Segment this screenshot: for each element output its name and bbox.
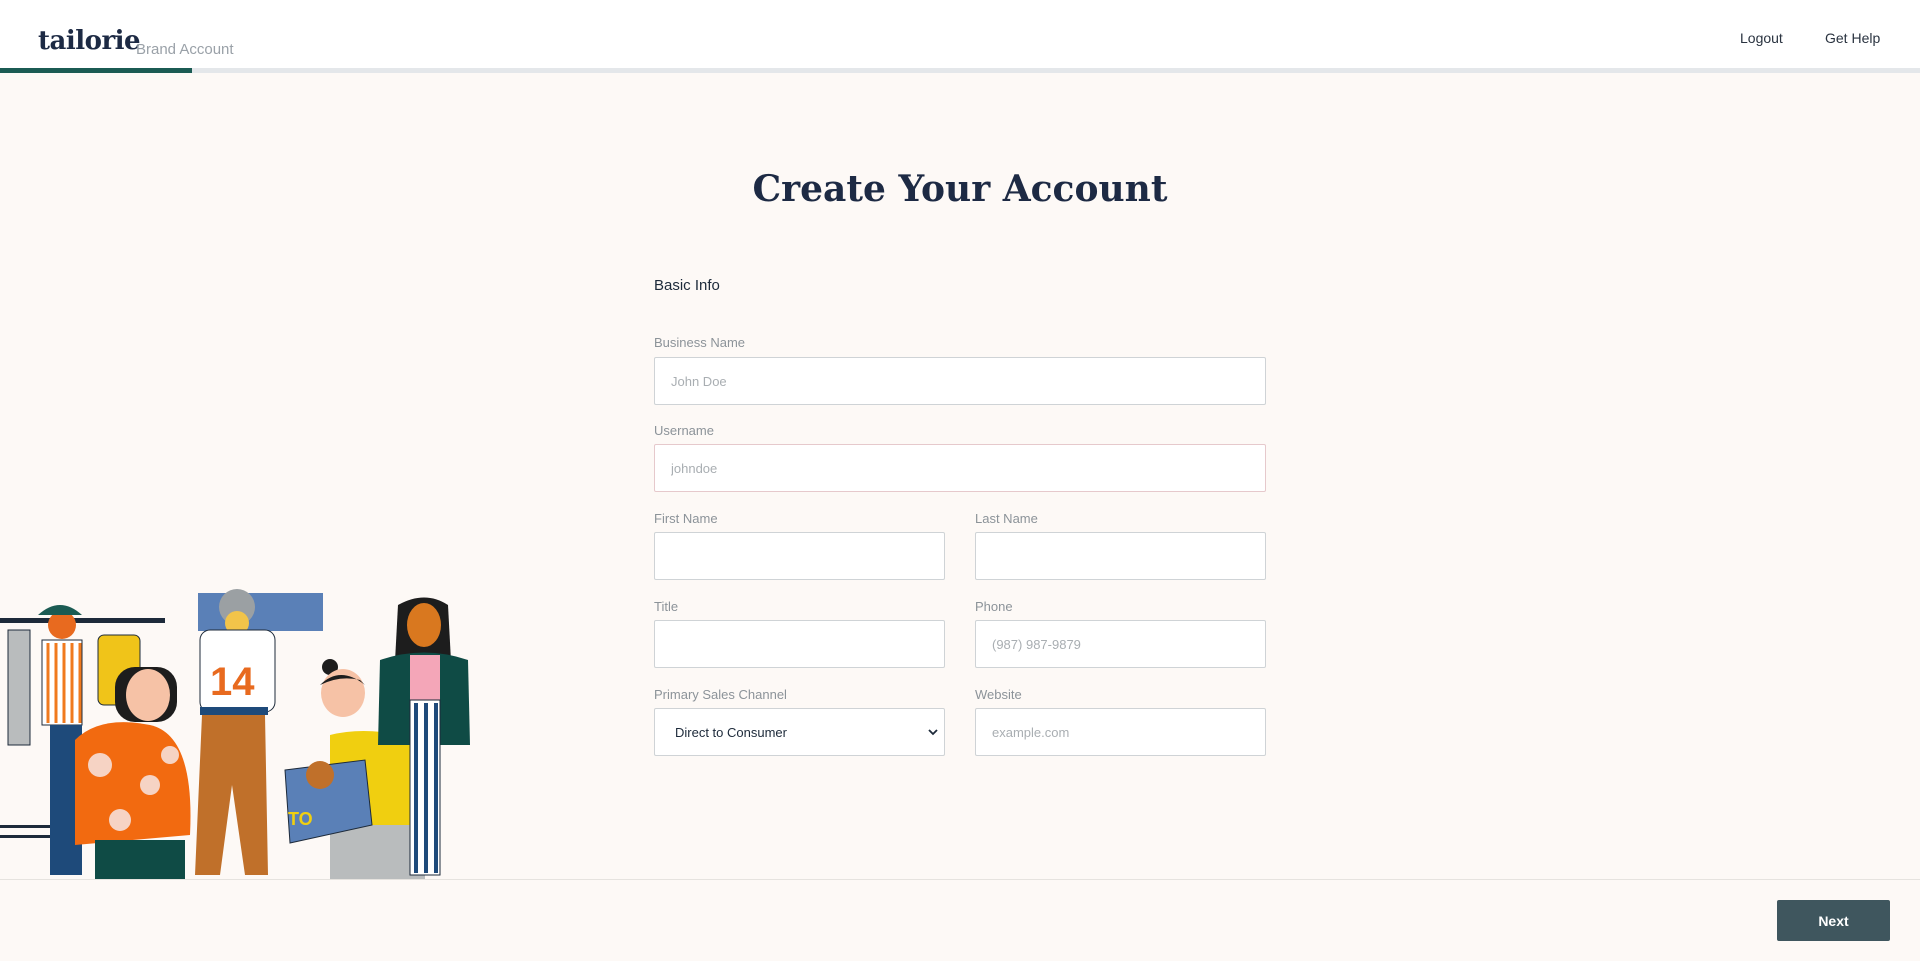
people-illustration: 14 TO <box>0 589 470 879</box>
website-input[interactable] <box>975 708 1266 756</box>
business-name-input[interactable] <box>654 357 1266 405</box>
username-input[interactable] <box>654 444 1266 492</box>
chevron-down-icon <box>928 729 938 736</box>
sales-channel-label: Primary Sales Channel <box>654 687 787 702</box>
phone-label: Phone <box>975 599 1013 614</box>
get-help-link[interactable]: Get Help <box>1825 30 1880 46</box>
footer-divider <box>0 879 1920 880</box>
first-name-label: First Name <box>654 511 718 526</box>
last-name-input[interactable] <box>975 532 1266 580</box>
sales-channel-select[interactable]: Direct to Consumer <box>654 708 945 756</box>
logout-link[interactable]: Logout <box>1740 30 1783 46</box>
business-name-label: Business Name <box>654 335 746 350</box>
section-heading-basic-info: Basic Info <box>654 277 720 294</box>
title-input[interactable] <box>654 620 945 668</box>
svg-text:14: 14 <box>210 660 255 704</box>
sales-channel-select-box[interactable]: Direct to Consumer <box>654 708 945 756</box>
next-button[interactable]: Next <box>1777 900 1890 941</box>
brand-account-label: Brand Account <box>136 41 234 58</box>
website-label: Website <box>975 687 1022 702</box>
first-name-input[interactable] <box>654 532 945 580</box>
phone-input[interactable] <box>975 620 1266 668</box>
page-title: Create Your Account <box>752 168 1168 210</box>
top-header: tailorie Brand Account Logout Get Help <box>0 0 1920 73</box>
sales-channel-value: Direct to Consumer <box>675 724 787 740</box>
brand-logo[interactable]: tailorie <box>38 26 141 56</box>
username-label: Username <box>654 423 714 438</box>
svg-text:TO: TO <box>288 809 313 829</box>
last-name-label: Last Name <box>975 511 1038 526</box>
progress-bar <box>0 68 1920 73</box>
progress-bar-fill <box>0 68 192 73</box>
title-label: Title <box>654 599 679 614</box>
